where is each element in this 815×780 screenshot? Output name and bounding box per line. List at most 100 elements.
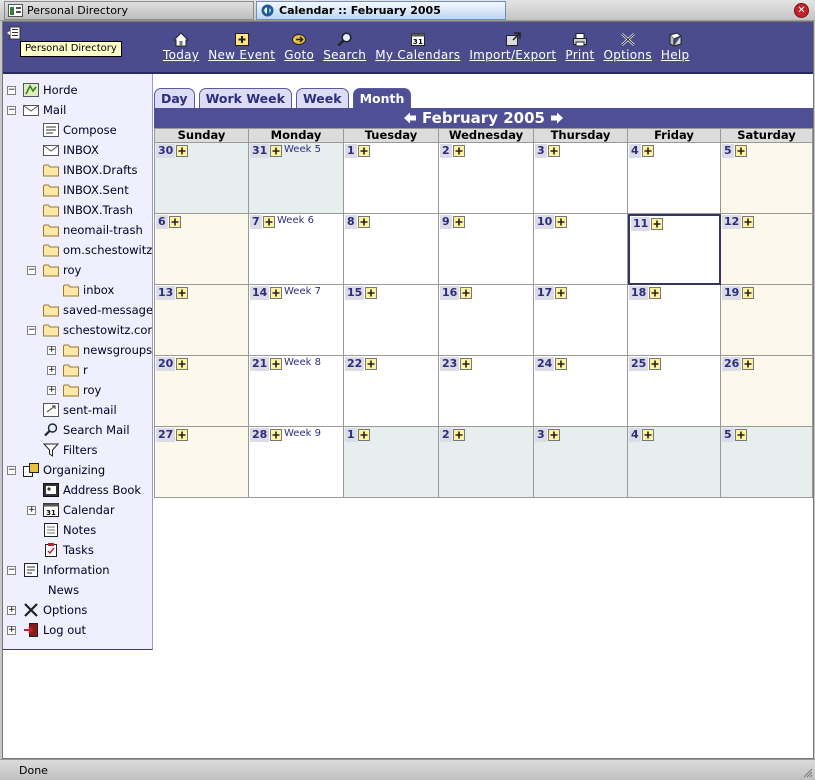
add-event-icon[interactable] — [651, 218, 663, 230]
sidebar-item-roy[interactable]: roy — [43, 261, 81, 279]
day-cell[interactable]: 9 — [439, 214, 534, 285]
day-number[interactable]: 25 — [629, 357, 649, 371]
day-number[interactable]: 7 — [250, 215, 262, 229]
add-event-icon[interactable] — [548, 145, 560, 157]
window-tab-personal-directory[interactable]: Personal Directory — [4, 1, 254, 20]
day-cell[interactable]: 6 — [154, 214, 249, 285]
collapse-toggle[interactable]: − — [7, 86, 16, 95]
week-link[interactable]: Week 8 — [284, 357, 321, 369]
add-event-icon[interactable] — [742, 216, 754, 228]
sidebar-item-search-mail[interactable]: Search Mail — [43, 421, 130, 439]
day-cell[interactable]: 15 — [344, 285, 439, 356]
sidebar-item-filters[interactable]: Filters — [43, 441, 97, 459]
tab-week[interactable]: Week — [295, 88, 349, 108]
day-cell[interactable]: 14 Week 7 — [249, 285, 344, 356]
add-event-icon[interactable] — [453, 145, 465, 157]
week-link[interactable]: Week 7 — [284, 286, 321, 298]
sidebar-item-inbox-sent[interactable]: INBOX.Sent — [43, 181, 129, 199]
add-event-icon[interactable] — [270, 429, 282, 441]
day-number[interactable]: 26 — [722, 357, 742, 371]
add-event-icon[interactable] — [263, 216, 275, 228]
collapse-toggle[interactable]: − — [7, 106, 16, 115]
sidebar-item-roy-inbox[interactable]: inbox — [63, 281, 114, 299]
day-number[interactable]: 13 — [156, 286, 176, 300]
sidebar-item-calendar[interactable]: 31 Calendar — [43, 501, 115, 519]
day-number[interactable]: 28 — [250, 428, 270, 442]
day-cell[interactable]: 13 — [154, 285, 249, 356]
sidebar-item-address-book[interactable]: Address Book — [43, 481, 141, 499]
day-number[interactable]: 23 — [440, 357, 460, 371]
sidebar-item-tasks[interactable]: Tasks — [43, 541, 94, 559]
sidebar-item-schestowitz-com[interactable]: schestowitz.com — [43, 321, 152, 339]
day-number[interactable]: 4 — [629, 428, 641, 442]
day-number[interactable]: 30 — [156, 144, 176, 158]
add-event-icon[interactable] — [453, 216, 465, 228]
add-event-icon[interactable] — [742, 358, 754, 370]
expand-toggle[interactable]: + — [47, 386, 56, 395]
day-cell[interactable]: 2 — [439, 143, 534, 214]
sidebar-item-options[interactable]: Options — [23, 601, 87, 619]
day-number[interactable]: 3 — [535, 428, 547, 442]
day-number[interactable]: 17 — [535, 286, 555, 300]
add-event-icon[interactable] — [649, 358, 661, 370]
day-cell[interactable]: 17 — [534, 285, 628, 356]
menu-options[interactable]: Options — [603, 32, 652, 62]
tab-day[interactable]: Day — [154, 88, 195, 108]
previous-month-icon[interactable] — [403, 112, 417, 124]
resize-grip-icon[interactable] — [801, 766, 813, 778]
sidebar-item-organizing[interactable]: Organizing — [23, 461, 105, 479]
sidebar-item-r[interactable]: r — [63, 361, 88, 379]
sidebar-item-notes[interactable]: Notes — [43, 521, 96, 539]
sidebar-item-mail[interactable]: Mail — [23, 101, 66, 119]
sidebar-item-compose[interactable]: Compose — [43, 121, 117, 139]
add-event-icon[interactable] — [176, 429, 188, 441]
day-cell[interactable]: 28 Week 9 — [249, 427, 344, 498]
day-cell[interactable]: 26 — [721, 356, 813, 427]
add-event-icon[interactable] — [365, 358, 377, 370]
day-cell[interactable]: 4 — [628, 427, 721, 498]
menu-goto[interactable]: Goto — [284, 32, 314, 62]
add-event-icon[interactable] — [555, 358, 567, 370]
expand-toggle[interactable]: + — [7, 626, 16, 635]
add-event-icon[interactable] — [358, 429, 370, 441]
add-event-icon[interactable] — [460, 287, 472, 299]
tab-month[interactable]: Month — [352, 88, 412, 108]
menu-today[interactable]: Today — [163, 32, 199, 62]
day-cell[interactable]: 21 Week 8 — [249, 356, 344, 427]
day-cell[interactable]: 22 — [344, 356, 439, 427]
collapse-toggle[interactable]: − — [27, 266, 36, 275]
day-number[interactable]: 1 — [345, 144, 357, 158]
expand-toggle[interactable]: + — [47, 366, 56, 375]
add-event-icon[interactable] — [548, 429, 560, 441]
sidebar-item-sent-mail[interactable]: sent-mail — [43, 401, 117, 419]
menu-help[interactable]: Help — [661, 32, 690, 62]
sidebar-item-inbox-drafts[interactable]: INBOX.Drafts — [43, 161, 138, 179]
day-number[interactable]: 5 — [722, 144, 734, 158]
day-cell[interactable]: 5 — [721, 143, 813, 214]
add-event-icon[interactable] — [642, 429, 654, 441]
day-cell[interactable]: 31 Week 5 — [249, 143, 344, 214]
collapse-toggle[interactable]: − — [7, 466, 16, 475]
day-cell[interactable]: 24 — [534, 356, 628, 427]
expand-toggle[interactable]: + — [7, 606, 16, 615]
day-cell[interactable]: 25 — [628, 356, 721, 427]
next-month-icon[interactable] — [550, 112, 564, 124]
day-number[interactable]: 9 — [440, 215, 452, 229]
add-event-icon[interactable] — [649, 287, 661, 299]
add-event-icon[interactable] — [176, 145, 188, 157]
day-cell[interactable]: 8 — [344, 214, 439, 285]
day-number[interactable]: 27 — [156, 428, 176, 442]
day-cell[interactable]: 4 — [628, 143, 721, 214]
week-link[interactable]: Week 6 — [277, 215, 314, 227]
day-cell[interactable]: 27 — [154, 427, 249, 498]
day-cell[interactable]: 20 — [154, 356, 249, 427]
sidebar-item-information[interactable]: Information — [23, 561, 110, 579]
week-link[interactable]: Week 5 — [284, 144, 321, 156]
day-number[interactable]: 24 — [535, 357, 555, 371]
collapse-toggle[interactable]: − — [27, 326, 36, 335]
day-cell[interactable]: 3 — [534, 143, 628, 214]
day-cell[interactable]: 18 — [628, 285, 721, 356]
add-event-icon[interactable] — [176, 287, 188, 299]
add-event-icon[interactable] — [169, 216, 181, 228]
sidebar-item-saved-messages[interactable]: saved-messages — [43, 301, 152, 319]
